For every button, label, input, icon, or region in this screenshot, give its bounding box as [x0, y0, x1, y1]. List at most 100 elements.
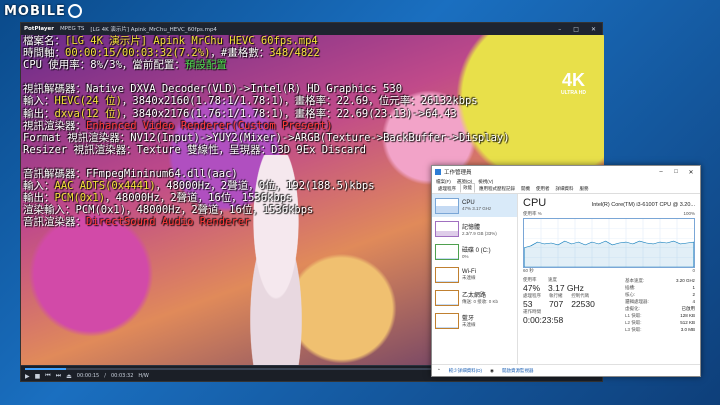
- tm-tab[interactable]: 服務: [578, 185, 591, 193]
- osd-text: AAC ADTS(0x4441): [54, 180, 156, 193]
- osd-text: 視訊渲染器：: [23, 119, 86, 132]
- osd-text: Format 視訊渲染器：NV12(Input)->YUY2(Mixer)->A…: [23, 131, 510, 144]
- task-manager-icon: [435, 169, 441, 175]
- open-icon[interactable]: ⏏: [66, 373, 72, 380]
- tm-tab[interactable]: 詳細資料: [554, 185, 576, 193]
- cpu-detail-key: L3 快取:: [625, 327, 642, 332]
- tm-menu-item[interactable]: 檔案(F): [436, 179, 451, 185]
- osd-line: 視訊解碼器：Native DXVA Decoder(VLD)->Intel(R)…: [23, 83, 510, 95]
- close-icon[interactable]: ✕: [588, 26, 599, 33]
- tm-side-sub: 傳送: 0 接收: 0 Kb: [462, 299, 499, 304]
- next-icon[interactable]: ⏭: [56, 372, 61, 380]
- osd-text: 視訊解碼器：Native DXVA Decoder(VLD)->Intel(R)…: [23, 83, 403, 96]
- codec-label[interactable]: H/W: [138, 373, 148, 379]
- cpu-detail-value: 128 KB: [680, 313, 695, 318]
- osd-text: HEVC(24 位): [54, 95, 122, 108]
- close-icon[interactable]: ✕: [685, 169, 697, 176]
- cpu-detail-key: L1 快取:: [625, 313, 642, 318]
- stat-util: 47%: [523, 283, 541, 293]
- minimize-icon[interactable]: –: [655, 169, 667, 175]
- cpu-detail-value: 1: [692, 285, 695, 290]
- badge-4k-sub: ULTRA HD: [561, 90, 586, 96]
- tm-side-item[interactable]: 乙太網路 傳送: 0 接收: 0 Kb: [432, 286, 517, 309]
- tm-side-item[interactable]: 記憶體 2.3/7.9 GB (33%): [432, 217, 517, 240]
- time-total: 00:03:32: [110, 373, 134, 379]
- osd-text: 輸出：: [23, 107, 55, 120]
- maximize-icon[interactable]: □: [570, 26, 582, 33]
- stat-handles: 22530: [571, 299, 595, 309]
- tm-tab[interactable]: 使用者: [534, 185, 552, 193]
- watermark-text: MOBILE: [4, 3, 66, 19]
- net-thumbnail-icon: [435, 312, 459, 329]
- axis-right: 0: [692, 268, 695, 273]
- cpu-details: 基本速度: 3.20 GHz 插槽: 1 核心: 2 邏輯處理器: 4 虛擬化: 已啟用 L1 快取…: [625, 277, 695, 333]
- osd-text: 輸入：: [23, 95, 55, 108]
- minimize-icon[interactable]: –: [555, 26, 564, 33]
- osd-text: [LG 4K 演示片] Apink MrChu HEVC 60fps.mp4: [65, 35, 318, 47]
- osd-text: 348/4822: [269, 47, 320, 60]
- osd-text: Enhanced Video Renderer(Custom Present): [86, 119, 333, 132]
- cpu-detail-row: L2 快取: 512 KB: [625, 319, 695, 326]
- osd-line: Format 視訊渲染器：NV12(Input)->YUY2(Mixer)->A…: [23, 132, 510, 144]
- cpu-detail-key: 基本速度:: [625, 278, 645, 283]
- chevron-up-icon[interactable]: ⌃: [437, 368, 441, 374]
- stat-speed: 3.17 GHz: [548, 283, 584, 293]
- osd-text: 音訊渲染器：: [23, 216, 86, 229]
- maximize-icon[interactable]: □: [670, 169, 682, 175]
- player-tab[interactable]: MPEG TS: [60, 26, 84, 32]
- cpu-detail-value: 3.20 GHz: [675, 278, 695, 283]
- tm-side-item[interactable]: Wi-Fi 未連線: [432, 263, 517, 286]
- osd-text: ，48000Hz，2聲道，0位，192(188.5)kbps: [155, 180, 375, 193]
- osd-line: CPU 使用率：8%/3%，當前配置：預設配置: [23, 59, 510, 71]
- tm-side-sub: 0%: [462, 253, 469, 259]
- tm-tab[interactable]: 開機: [519, 185, 532, 193]
- tm-side-item[interactable]: 藍牙 未連線: [432, 309, 517, 332]
- open-resource-monitor-link[interactable]: 開啟資源監視器: [502, 368, 534, 374]
- osd-line: 視訊渲染器：Enhanced Video Renderer(Custom Pre…: [23, 120, 510, 132]
- cpu-detail-value: 3.0 MB: [680, 327, 695, 332]
- cpu-detail-key: 邏輯處理器:: [625, 299, 649, 304]
- tm-tab[interactable]: 應用程式歷程記錄: [477, 185, 517, 193]
- net-thumbnail-icon: [435, 289, 459, 306]
- tm-title: 工作管理員: [444, 170, 472, 176]
- cpu-detail-row: 虛擬化: 已啟用: [625, 305, 695, 312]
- cpu-detail-row: L1 快取: 128 KB: [625, 312, 695, 319]
- tm-tab[interactable]: 效能: [460, 183, 475, 193]
- cpu-detail-key: L2 快取:: [625, 320, 642, 325]
- tm-side-sub: 2.3/7.9 GB (33%): [462, 230, 497, 236]
- tm-side-item[interactable]: CPU 47% 3.17 GHz: [432, 194, 517, 217]
- player-file-title: [LG 4K 演示片] Apink_MrChu_HEVC_60fps.mp4: [90, 27, 217, 33]
- tm-side-name: 藍牙: [462, 316, 475, 322]
- osd-text: ，48000Hz，2聲道，16位，1536kbps: [105, 192, 293, 205]
- cpu-detail-row: 基本速度: 3.20 GHz: [625, 277, 695, 284]
- tm-tab[interactable]: 處理程序: [436, 185, 458, 193]
- osd-text: 預設配置: [184, 59, 227, 72]
- fewer-details-link[interactable]: 較少詳細資料(D): [449, 368, 482, 374]
- stop-icon[interactable]: ■: [35, 373, 41, 380]
- thumbnail-fill: [436, 206, 458, 213]
- cpu-graph-svg: [524, 219, 694, 267]
- axis-left: 60 秒: [523, 268, 534, 273]
- watermark: MOBILE: [4, 2, 82, 20]
- prev-icon[interactable]: ⏮: [45, 372, 50, 380]
- osd-text: PCM(0x1): [54, 192, 106, 205]
- cpu-detail-row: 核心: 2: [625, 291, 695, 298]
- cpu-detail-row: 插槽: 1: [625, 284, 695, 291]
- tm-menu-item[interactable]: 檢視(V): [478, 179, 493, 185]
- osd-text: 檔案名：: [23, 35, 65, 47]
- play-icon[interactable]: ▶: [25, 373, 30, 380]
- resource-monitor-icon: ◉: [490, 367, 494, 373]
- seek-bar-fill: [25, 368, 67, 370]
- cpu-detail-row: 邏輯處理器: 4: [625, 298, 695, 305]
- badge-4k: 4K ULTRA HD: [561, 71, 586, 96]
- cpu-detail-key: 插槽:: [625, 285, 636, 290]
- util-max: 100%: [683, 211, 695, 216]
- player-brand[interactable]: PotPlayer: [24, 26, 54, 32]
- osd-line: 輸入：HEVC(24 位)，3840x2160(1.78:1/1.78:1)，畫…: [23, 95, 510, 107]
- disk-thumbnail-icon: [435, 243, 459, 260]
- tm-side-sub: 未連線: [462, 274, 476, 280]
- tm-tabs: 處理程序 效能 應用程式歷程記錄 開機 使用者 詳細資料 服務: [432, 183, 700, 194]
- cpu-detail-row: L3 快取: 3.0 MB: [625, 326, 695, 333]
- tm-sidebar: CPU 47% 3.17 GHz 記憶體 2.3/7.9 GB (33%) 磁碟 0 (…: [432, 194, 518, 364]
- tm-side-item[interactable]: 磁碟 0 (C:) 0%: [432, 240, 517, 263]
